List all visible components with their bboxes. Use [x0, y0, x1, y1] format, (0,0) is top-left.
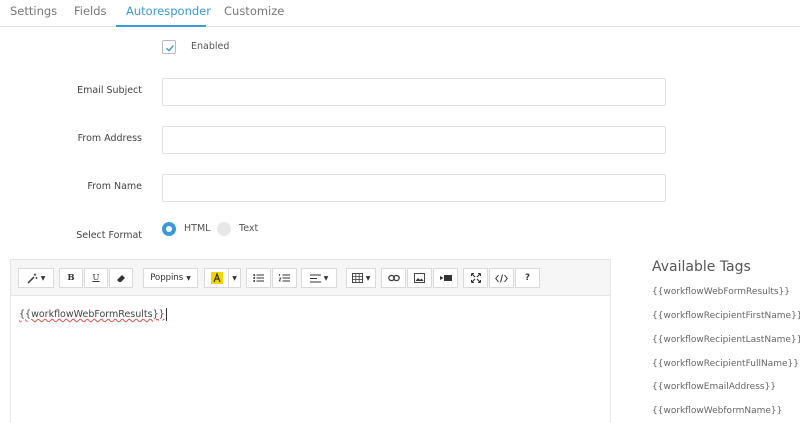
insert-link-button[interactable]	[381, 268, 406, 288]
font-color-button[interactable]	[204, 268, 229, 288]
tab-bar: Settings Fields Autoresponder Customize	[0, 0, 800, 27]
format-text-label: Text	[239, 223, 259, 234]
tab-customize[interactable]: Customize	[224, 4, 284, 18]
select-format-label: Select Format	[76, 230, 142, 241]
video-icon	[439, 275, 452, 281]
enabled-checkbox[interactable]	[162, 40, 176, 54]
caret-down-icon: ▼	[323, 274, 329, 282]
fullscreen-icon	[470, 273, 481, 283]
insert-video-button[interactable]	[433, 268, 458, 288]
help-button[interactable]: ?	[515, 268, 540, 288]
active-tab-indicator	[116, 25, 206, 27]
paragraph-align-dropdown[interactable]: ▼	[301, 268, 337, 288]
format-html-radio[interactable]	[162, 222, 176, 236]
underline-button[interactable]: U	[84, 268, 108, 288]
available-tag-item[interactable]: {{workflowRecipientFullName}}	[652, 359, 799, 369]
caret-down-icon: ▼	[40, 274, 46, 282]
caret-down-icon: ▼	[365, 274, 371, 282]
tab-fields[interactable]: Fields	[74, 4, 107, 18]
available-tag-item[interactable]: {{workflowRecipientFirstName}}	[652, 311, 800, 321]
style-dropdown-button[interactable]: ▼	[18, 268, 54, 288]
available-tags-title: Available Tags	[652, 259, 751, 275]
align-left-icon	[309, 274, 321, 282]
numbered-list-icon	[279, 274, 290, 282]
insert-picture-button[interactable]	[407, 268, 432, 288]
bold-button[interactable]: B	[59, 268, 83, 288]
email-subject-label: Email Subject	[77, 85, 142, 96]
from-name-input[interactable]	[162, 174, 666, 202]
ordered-list-button[interactable]	[272, 268, 297, 288]
eraser-icon	[117, 275, 125, 282]
magic-wand-icon	[27, 273, 38, 284]
code-view-button[interactable]	[489, 268, 514, 288]
table-icon	[351, 273, 363, 283]
font-name-value: Poppins	[150, 273, 184, 283]
available-tag-item[interactable]: {{workflowEmailAddress}}	[652, 382, 776, 392]
available-tag-item[interactable]: {{workflowWebformName}}	[652, 406, 782, 416]
font-name-dropdown[interactable]: Poppins ▼	[143, 268, 198, 288]
from-name-label: From Name	[87, 181, 142, 192]
link-icon	[387, 274, 400, 282]
text-color-icon	[210, 272, 223, 284]
available-tag-item[interactable]: {{workflowRecipientLastName}}	[652, 335, 800, 345]
fullscreen-button[interactable]	[463, 268, 488, 288]
enabled-label: Enabled	[191, 41, 230, 52]
caret-down-icon: ▼	[232, 274, 237, 282]
format-html-label: HTML	[184, 223, 211, 234]
available-tag-item[interactable]: {{workflowWebFormResults}}	[652, 287, 790, 297]
picture-icon	[414, 273, 425, 283]
clear-format-button[interactable]	[109, 268, 133, 288]
tab-settings[interactable]: Settings	[10, 4, 57, 18]
bullet-list-icon	[253, 274, 264, 282]
email-subject-input[interactable]	[162, 78, 666, 106]
editor-toolbar: ▼ B U Poppins ▼ ▼ ▼ ▼ ?	[11, 260, 610, 296]
code-icon	[495, 273, 508, 283]
from-address-input[interactable]	[162, 126, 666, 154]
format-text-radio[interactable]	[217, 222, 231, 236]
editor-content-area[interactable]: {{workflowWebFormResults}}	[19, 308, 167, 321]
text-cursor	[165, 308, 167, 321]
rich-text-editor: ▼ B U Poppins ▼ ▼ ▼ ▼ ? {{workflowWebFor…	[10, 259, 611, 423]
caret-down-icon: ▼	[186, 274, 191, 282]
tab-autoresponder[interactable]: Autoresponder	[126, 4, 211, 18]
from-address-label: From Address	[77, 133, 142, 144]
table-dropdown[interactable]: ▼	[346, 268, 376, 288]
font-color-dropdown[interactable]: ▼	[228, 268, 241, 288]
check-icon	[166, 44, 175, 52]
unordered-list-button[interactable]	[246, 268, 271, 288]
editor-content-text: {{workflowWebFormResults}}	[19, 309, 165, 320]
